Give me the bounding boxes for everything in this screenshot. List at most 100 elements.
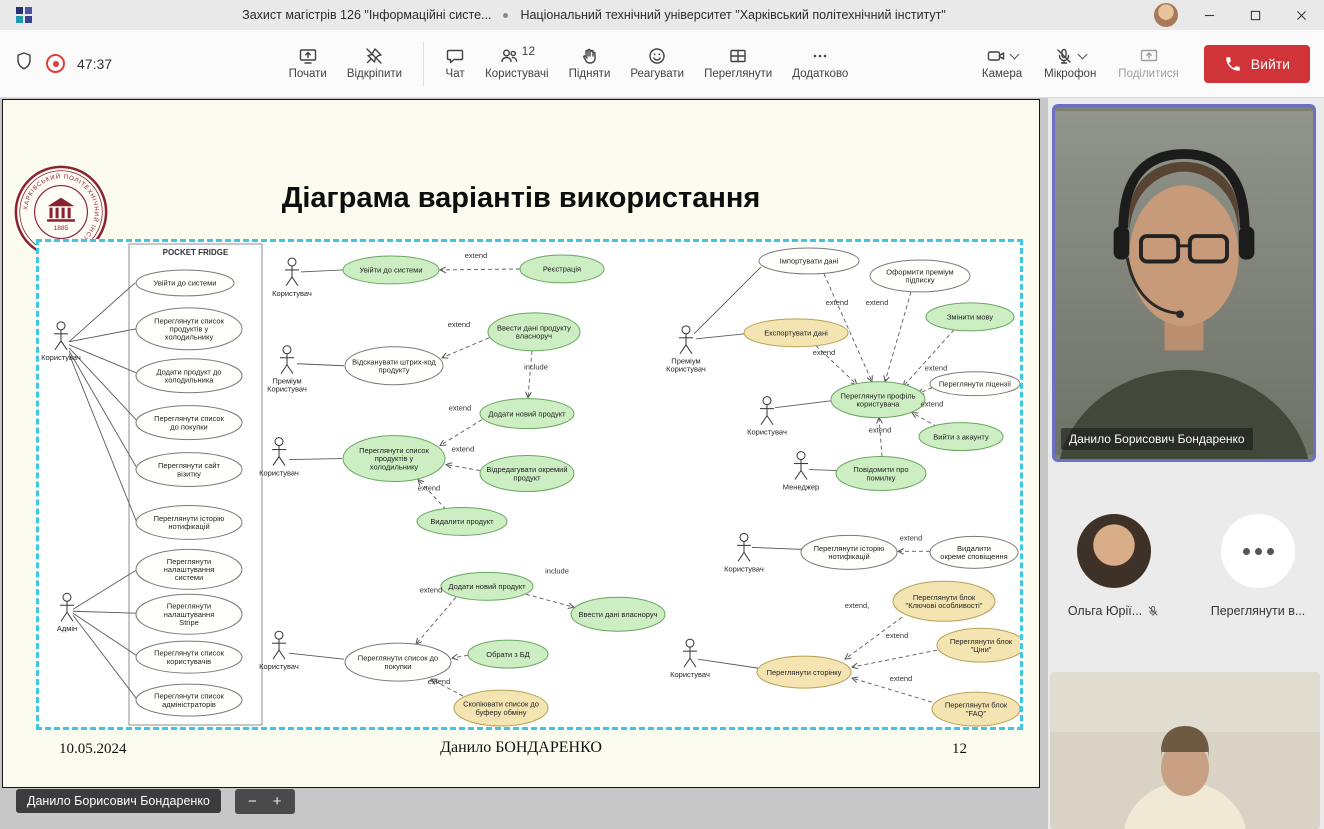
actor-figure: Користувач	[259, 631, 299, 671]
close-button[interactable]	[1278, 0, 1324, 30]
uml-edge	[289, 459, 342, 460]
logo-year: 1885	[54, 225, 69, 232]
recording-indicator-icon	[46, 54, 65, 73]
svg-text:ПреміумКористувач: ПреміумКористувач	[666, 357, 706, 374]
participant-tile[interactable]: Переглянути в...	[1203, 514, 1313, 618]
uml-edge	[297, 364, 344, 366]
chevron-down-icon[interactable]	[1078, 50, 1088, 60]
svg-text:Увійти до системи: Увійти до системи	[153, 279, 216, 288]
minimize-button[interactable]	[1186, 0, 1232, 30]
smiley-icon	[647, 46, 667, 66]
account-avatar[interactable]	[1154, 3, 1178, 27]
more-button[interactable]: Додатково	[783, 41, 857, 86]
actor-figure: ПреміумКористувач	[267, 346, 307, 394]
view-button[interactable]: Переглянути	[695, 41, 781, 86]
svg-text:Користувач: Користувач	[724, 564, 764, 573]
maximize-button[interactable]	[1232, 0, 1278, 30]
hangup-phone-icon	[1224, 55, 1242, 73]
chat-icon	[445, 46, 465, 66]
screen-share-icon	[298, 46, 318, 66]
edge-label: extend	[449, 404, 472, 413]
svg-text:Ввести дані власноруч: Ввести дані власноруч	[578, 610, 657, 619]
usecase-node: Переглянути блок"Ціни"	[937, 628, 1020, 662]
share-button[interactable]: Поділитися	[1109, 41, 1187, 86]
usecase-node: Увійти до системи	[136, 270, 234, 296]
system-boundary-title: POCKET FRIDGE	[163, 248, 229, 257]
titlebar: Захист магістрів 126 "Інформаційні систе…	[0, 0, 1324, 30]
edge-label: extend	[900, 533, 923, 542]
usecase-node: ПереглянутиналаштуванняStripe	[136, 594, 242, 634]
react-button[interactable]: Реагувати	[621, 41, 693, 86]
usecase-node: Оформити преміумпідписку	[870, 260, 970, 292]
usecase-node: Додати новий продукт	[480, 399, 574, 429]
usecase-node: Реєстрація	[520, 255, 604, 283]
raised-hand-icon	[579, 46, 599, 66]
usecase-node: Повідомити пропомилку	[836, 457, 926, 491]
actor-figure: Користувач	[724, 533, 764, 573]
usecase-node: Експортувати дані	[744, 319, 848, 347]
edge-label: extend	[925, 364, 948, 373]
chat-button[interactable]: Чат	[436, 41, 474, 86]
uml-edge	[775, 401, 832, 408]
zoom-out-button[interactable]: −	[248, 793, 257, 810]
participant-name: Переглянути в...	[1211, 604, 1306, 618]
title-separator-icon	[503, 13, 508, 18]
window-controls	[1186, 0, 1324, 30]
usecase-node: Переглянути списоккористувачів	[136, 641, 242, 673]
start-button[interactable]: Почати	[280, 41, 336, 86]
uml-edge	[752, 547, 802, 549]
raise-hand-button[interactable]: Підняти	[560, 41, 620, 86]
uml-edge	[440, 269, 520, 270]
participant-video-tile[interactable]	[1050, 672, 1320, 829]
usecase-node: Переглянути сайтвізитку	[136, 453, 242, 487]
security-shield-icon[interactable]	[14, 51, 34, 76]
uml-edge	[69, 283, 135, 342]
usecase-node: Додати новий продукт	[441, 572, 533, 600]
toolbar-right: Камера Мікрофон Поділитися Вийти	[973, 41, 1310, 86]
uml-edge	[442, 338, 489, 358]
usecase-node: Відредагувати окремийпродукт	[480, 456, 574, 492]
svg-text:Імпортувати дані: Імпортувати дані	[780, 257, 839, 266]
usecase-node: Увійти до системи	[343, 256, 439, 284]
usecase-node: Видалити продукт	[417, 507, 507, 535]
svg-text:Додати новий продукт: Додати новий продукт	[448, 582, 526, 591]
edge-label: extend	[813, 348, 836, 357]
unpin-icon	[364, 46, 384, 66]
teams-window: Захист магістрів 126 "Інформаційні систе…	[0, 0, 1324, 829]
participant-tile[interactable]: Ольга Юрії...	[1059, 514, 1169, 618]
uml-edge	[446, 465, 480, 471]
svg-text:Користувач: Користувач	[259, 469, 299, 478]
overflow-participants-icon	[1221, 514, 1295, 588]
edge-label: extend	[866, 298, 889, 307]
participant-name: Ольга Юрії...	[1068, 604, 1142, 618]
svg-text:Переглянути сторінку: Переглянути сторінку	[767, 668, 842, 677]
participants-row: Ольга Юрії... Переглянути в...	[1048, 514, 1324, 618]
chevron-down-icon[interactable]	[1010, 50, 1020, 60]
slide-title: Діаграма варіантів використання	[3, 182, 1039, 215]
actor-figure: Користувач	[41, 322, 81, 362]
leave-button[interactable]: Вийти	[1204, 45, 1310, 83]
usecase-node: Обрати з БД	[468, 640, 548, 668]
edge-label: extend	[452, 445, 475, 454]
usecase-node: Додати продукт дохолодильника	[136, 359, 242, 393]
participants-button[interactable]: 12 Користувачі	[476, 41, 557, 86]
svg-text:Користувач: Користувач	[670, 670, 710, 679]
usecase-node: Переглянути сторінку	[757, 656, 851, 688]
active-speaker-tile[interactable]: Данило Борисович Бондаренко	[1052, 104, 1316, 462]
uml-edge	[696, 334, 745, 339]
toolbar-separator	[423, 41, 424, 87]
speaker-name-tag: Данило Борисович Бондаренко	[1061, 428, 1253, 450]
usecase-node: Скопіювати список добуферу обміну	[454, 690, 548, 726]
uml-edge	[73, 570, 136, 609]
svg-text:ПреміумКористувач: ПреміумКористувач	[267, 377, 307, 394]
edge-label: extend	[428, 677, 451, 686]
uml-edge	[528, 351, 532, 398]
people-icon	[499, 46, 519, 66]
usecase-node: Переглянути списокадміністраторів	[136, 684, 242, 716]
camera-button[interactable]: Камера	[973, 41, 1031, 86]
microphone-button[interactable]: Мікрофон	[1035, 41, 1105, 86]
zoom-in-button[interactable]: +	[273, 793, 282, 810]
unpin-button[interactable]: Відкріпити	[338, 41, 411, 86]
edge-label: extend	[886, 631, 909, 640]
usecase-node: Переглянути списокпродуктів ухолодильник…	[343, 436, 445, 482]
